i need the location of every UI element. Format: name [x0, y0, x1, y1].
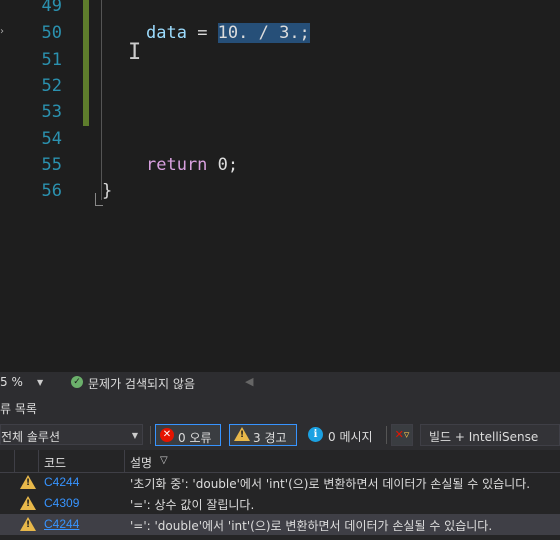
line-number: 56 — [41, 181, 62, 201]
error-description: '초기화 중': 'double'에서 'int'(으)로 변환하면서 데이터가… — [130, 477, 531, 491]
line-number: 52 — [41, 76, 62, 96]
warning-icon: ! — [20, 475, 36, 489]
messages-filter-label: 0 메시지 — [328, 430, 373, 444]
warning-icon: ! — [20, 517, 36, 531]
toolbar-separator — [150, 426, 151, 444]
scope-value: 전체 솔루션 — [1, 430, 61, 444]
build-filter-value: 빌드 + IntelliSense — [429, 430, 539, 444]
table-row[interactable]: ! C4244 '초기화 중': 'double'에서 'int'(으)로 변환… — [0, 472, 560, 493]
line-number: 49 — [41, 0, 62, 16]
chevron-down-icon[interactable]: ▼ — [37, 378, 43, 387]
error-code-link[interactable]: C4244 — [44, 517, 79, 531]
column-divider — [124, 450, 125, 472]
toolbar-separator — [386, 426, 387, 444]
scroll-left-icon[interactable]: ◀ — [245, 375, 253, 388]
errors-filter-button[interactable]: ✕ 0 오류 — [155, 424, 221, 446]
zoom-level[interactable]: 5 % — [0, 375, 23, 389]
code-editor[interactable]: › 49 50 51 52 53 54 55 56 data = 10. / 3… — [0, 0, 560, 372]
warnings-filter-label: 3 경고 — [253, 431, 287, 445]
column-divider — [14, 450, 15, 472]
selected-expression: 10. / 3.; — [217, 23, 310, 43]
error-description: '=': 'double'에서 'int'(으)로 변환하면서 데이터가 손실될… — [130, 519, 493, 533]
warning-icon: ! — [20, 496, 36, 510]
error-list-header: 코드 설명 ▽ — [0, 450, 560, 473]
errors-filter-label: 0 오류 — [178, 431, 212, 445]
error-code-link[interactable]: C4244 — [44, 475, 79, 489]
line-number: 50 — [41, 23, 62, 43]
table-row[interactable]: ! C4309 '=': 상수 값이 잘립니다. — [0, 493, 560, 514]
scope-dropdown[interactable]: 전체 솔루션 ▼ — [0, 424, 143, 445]
text-cursor-icon: I — [128, 40, 142, 65]
error-description: '=': 상수 값이 잘립니다. — [130, 498, 255, 512]
return-keyword: return — [146, 155, 208, 175]
column-divider — [38, 450, 39, 472]
table-row[interactable]: ! C4244 '=': 'double'에서 'int'(으)로 변환하면서 … — [0, 514, 560, 535]
change-tracking-bar — [83, 0, 89, 126]
column-header-code[interactable]: 코드 — [44, 454, 66, 471]
line-number: 53 — [41, 102, 62, 122]
line-number: 54 — [41, 129, 62, 149]
check-circle-icon: ✓ — [71, 376, 83, 388]
filter-icon[interactable]: ✕▿ — [391, 424, 413, 446]
error-list-toolbar: 전체 솔루션 ▼ ✕ 0 오류 ! 3 경고 i 0 메시지 ✕▿ 빌드 + I… — [0, 420, 560, 450]
sort-descending-icon[interactable]: ▽ — [160, 455, 168, 466]
chevron-down-icon: ▼ — [131, 431, 138, 440]
closing-brace: } — [102, 181, 113, 201]
variable-name: data — [146, 23, 187, 43]
panel-title-bar: 류 목록 — [0, 392, 560, 420]
line-number: 55 — [41, 155, 62, 175]
warnings-filter-button[interactable]: ! 3 경고 — [229, 424, 297, 446]
messages-filter-button[interactable]: i 0 메시지 — [305, 424, 383, 446]
assign-operator: = — [186, 23, 218, 43]
code-line-50[interactable]: data = 10. / 3.; — [146, 23, 310, 43]
error-icon: ✕ — [160, 428, 174, 442]
line-number: 51 — [41, 50, 62, 70]
build-filter-dropdown[interactable]: 빌드 + IntelliSense — [420, 424, 560, 446]
code-line-55[interactable]: return 0; — [146, 155, 238, 175]
info-icon: i — [308, 427, 323, 442]
error-code-link[interactable]: C4309 — [44, 496, 79, 510]
indent-guide — [101, 0, 102, 200]
return-value: 0; — [207, 155, 239, 175]
warning-icon: ! — [234, 427, 250, 441]
panel-title: 류 목록 — [0, 402, 37, 416]
column-header-description[interactable]: 설명 — [130, 454, 152, 471]
issues-status[interactable]: 문제가 검색되지 않음 — [88, 375, 195, 392]
error-list-panel: 류 목록 전체 솔루션 ▼ ✕ 0 오류 ! 3 경고 i 0 메시지 ✕▿ 빌… — [0, 392, 560, 540]
editor-status-bar: 5 % ▼ ✓ 문제가 검색되지 않음 ◀ — [0, 372, 560, 392]
